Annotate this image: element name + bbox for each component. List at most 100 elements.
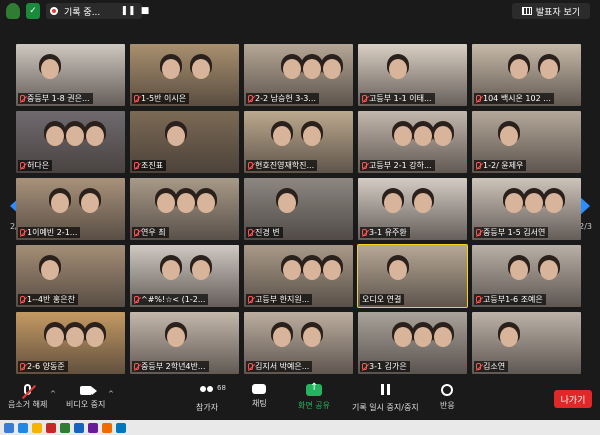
meeting-top-bar: ✓ 기록 중... ❚❚ ■ 발표자 보기 (0, 0, 600, 22)
participant-label: 1-5반 이시은 (132, 93, 190, 104)
recording-label: 기록 중... (64, 7, 101, 18)
participants-button[interactable]: 참가자 (196, 384, 218, 413)
video-tile[interactable]: 고등부 한지원... (244, 245, 353, 307)
pause-recording-icon[interactable]: ❚❚ (120, 3, 135, 19)
video-tile[interactable]: 2-2 남승헌 3-3... (244, 44, 353, 106)
person-face-shape (283, 260, 301, 280)
video-tile[interactable]: 김소연 (472, 312, 581, 374)
start-icon[interactable] (4, 422, 14, 433)
zoom-icon[interactable] (116, 422, 126, 433)
participant-name: 중등부 2학년4반... (141, 362, 206, 371)
video-tile[interactable]: 고등부 1-1 이태... (358, 44, 467, 106)
participant-label: 김소연 (474, 361, 509, 372)
video-tile[interactable]: 현호진영재학진... (244, 111, 353, 173)
person-face-shape (323, 260, 341, 280)
file-explorer-icon[interactable] (32, 422, 42, 433)
mic-muted-icon (248, 296, 253, 303)
gallery-grid: 중등부 1-8 권은... 1-5반 이시은 2-2 남승헌 3-3... 고등… (16, 44, 583, 374)
word-icon[interactable] (74, 422, 84, 433)
mic-muted-icon (134, 363, 139, 370)
app-icon[interactable] (88, 422, 98, 433)
person-face-shape (41, 260, 59, 280)
video-tile[interactable]: 조진표 (130, 111, 239, 173)
video-tile[interactable]: 연우 최 (130, 178, 239, 240)
app-icon[interactable] (102, 422, 112, 433)
excel-icon[interactable] (60, 422, 70, 433)
participant-name: 104 백시온 102 ... (483, 94, 551, 103)
video-tile[interactable]: 허다은 (16, 111, 125, 173)
participant-label: 1이예빈 2-1... (18, 227, 81, 238)
participant-label: 1--4반 홍은찬 (18, 294, 78, 305)
participant-label: 3-1 김가은 (360, 361, 410, 372)
person-face-shape (157, 193, 175, 213)
mic-muted-icon (134, 162, 139, 169)
video-tile[interactable]: 1-2/ 윤제우 (472, 111, 581, 173)
video-tile[interactable]: 중등부 1-8 권은... (16, 44, 125, 106)
person-face-shape (197, 193, 215, 213)
video-tile[interactable]: 1-5반 이시은 (130, 44, 239, 106)
person-face-shape (500, 327, 518, 347)
edge-browser-icon[interactable] (18, 422, 28, 433)
stop-recording-icon[interactable]: ■ (139, 3, 151, 19)
person-face-shape (41, 59, 59, 79)
video-tile[interactable]: 고등부 2-1 강하... (358, 111, 467, 173)
stop-video-button[interactable]: 비디오 중지 (66, 384, 105, 410)
unmute-button[interactable]: 음소거 해제 (8, 384, 47, 410)
pause-stop-recording-button[interactable]: 기록 일시 중지/중지 (352, 384, 419, 413)
video-tile[interactable]: 104 백시온 102 ... (472, 44, 581, 106)
person-face-shape (167, 126, 185, 146)
person-face-shape (81, 193, 99, 213)
video-tile[interactable]: 1이예빈 2-1... (16, 178, 125, 240)
video-tile[interactable]: 고등부1-6 조예은 (472, 245, 581, 307)
person-face-shape (162, 59, 180, 79)
speaker-view-button[interactable]: 발표자 보기 (512, 3, 590, 19)
participant-label: 현호진영재학진... (246, 160, 318, 171)
share-screen-label: 화면 공유 (298, 401, 330, 410)
video-options-chevron-icon[interactable]: ^ (108, 390, 114, 398)
participant-name: 김지서 박예은... (255, 362, 310, 371)
person-face-shape (389, 59, 407, 79)
video-tile[interactable]: 진경 변 (244, 178, 353, 240)
person-face-shape (545, 193, 563, 213)
participant-name: 고등부 한지원... (255, 295, 310, 304)
person-face-shape (414, 126, 432, 146)
mic-muted-icon (20, 296, 25, 303)
powerpoint-icon[interactable] (46, 422, 56, 433)
audio-options-chevron-icon[interactable]: ^ (50, 390, 56, 398)
person-face-shape (303, 59, 321, 79)
mic-muted-icon (134, 95, 139, 102)
participant-count: 68 (217, 384, 226, 392)
video-tile[interactable]: ^#%!☆< (1-2... (130, 245, 239, 307)
mic-muted-icon (134, 229, 139, 236)
video-tile[interactable]: 1--4반 홍은찬 (16, 245, 125, 307)
security-shield-icon[interactable] (6, 3, 20, 19)
person-face-shape (278, 193, 296, 213)
video-tile[interactable]: 2-6 양동준 (16, 312, 125, 374)
video-tile[interactable]: 중등부 1-5 김서연 (472, 178, 581, 240)
person-face-shape (303, 260, 321, 280)
person-face-shape (303, 327, 321, 347)
mic-muted-icon (362, 162, 367, 169)
encryption-check-icon[interactable]: ✓ (26, 3, 40, 19)
person-face-shape (66, 126, 84, 146)
person-face-shape (86, 327, 104, 347)
participant-label: 104 백시온 102 ... (474, 93, 554, 104)
video-tile[interactable]: 중등부 2학년4반... (130, 312, 239, 374)
mic-muted-icon (20, 363, 25, 370)
video-tile[interactable]: 김지서 박예은... (244, 312, 353, 374)
person-face-shape (525, 193, 543, 213)
participant-name: 고등부 1-1 이태... (369, 94, 432, 103)
person-face-shape (66, 327, 84, 347)
leave-meeting-button[interactable]: 나가기 (554, 390, 592, 408)
video-tile[interactable]: 3-1 김가은 (358, 312, 467, 374)
mic-muted-icon (476, 296, 481, 303)
active-speaker-video-tile[interactable]: 오디오 연결 (357, 244, 468, 308)
reactions-button[interactable]: 반응 (440, 384, 455, 411)
participant-name: 오디오 연결 (362, 295, 402, 304)
participant-label: 허다은 (18, 160, 53, 171)
chat-button[interactable]: 채팅 (252, 384, 267, 409)
share-screen-button[interactable]: 화면 공유 (298, 382, 330, 411)
person-face-shape (86, 126, 104, 146)
person-face-shape (192, 260, 210, 280)
video-tile[interactable]: 3-1 유주환 (358, 178, 467, 240)
